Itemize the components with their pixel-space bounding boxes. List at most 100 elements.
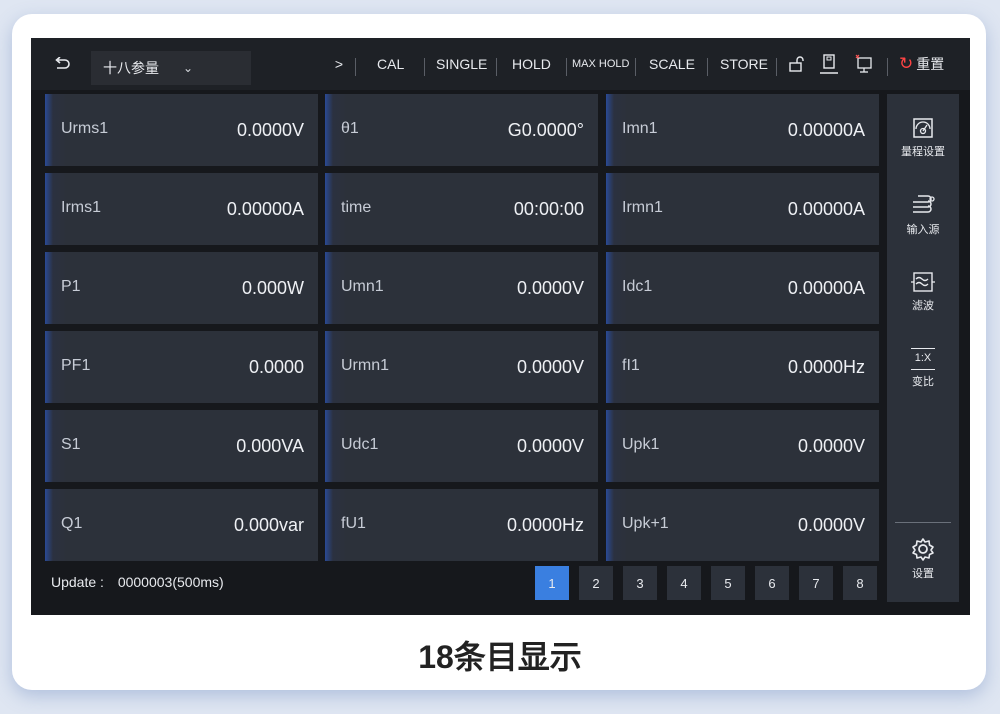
range-meter-icon bbox=[913, 118, 933, 138]
measurement-label: fI1 bbox=[622, 357, 640, 374]
ratio-icon-text: 1:X bbox=[914, 352, 932, 364]
measurement-cell[interactable]: Q1 0.000var bbox=[45, 489, 318, 561]
parameter-mode-dropdown[interactable]: 十八参量 ⌄ bbox=[91, 51, 251, 85]
screenshot-button[interactable] bbox=[851, 38, 877, 90]
measurement-cell[interactable]: fU1 0.0000Hz bbox=[325, 489, 598, 561]
divider bbox=[887, 58, 888, 76]
measurement-value: 0.000W bbox=[241, 278, 304, 298]
scale-label: SCALE bbox=[649, 56, 695, 72]
unlock-button[interactable] bbox=[783, 38, 809, 90]
divider bbox=[355, 58, 356, 76]
settings-button[interactable]: 设置 bbox=[887, 536, 959, 581]
page-button-2[interactable]: 2 bbox=[579, 566, 613, 600]
measurement-label: Irmn1 bbox=[622, 199, 663, 216]
store-label: STORE bbox=[720, 56, 768, 72]
filter-label: 滤波 bbox=[912, 300, 934, 312]
measurement-label: S1 bbox=[61, 436, 81, 453]
measurement-label: Urmn1 bbox=[341, 357, 390, 374]
usb-storage-button[interactable] bbox=[816, 38, 842, 90]
range-settings-button[interactable]: 量程设置 bbox=[887, 116, 959, 159]
measurement-cell[interactable]: PF1 0.0000 bbox=[45, 331, 318, 403]
usb-drive-icon bbox=[820, 54, 838, 74]
measurement-cell[interactable]: Irms1 0.00000A bbox=[45, 173, 318, 245]
chevron-down-icon: ⌄ bbox=[183, 61, 194, 75]
next-arrow-button[interactable]: > bbox=[329, 38, 349, 90]
instrument-screen: 十八参量 ⌄ > CAL SINGLE HOLD MAX HOLD SCALE … bbox=[31, 38, 970, 615]
page-button-3[interactable]: 3 bbox=[623, 566, 657, 600]
page-button-6[interactable]: 6 bbox=[755, 566, 789, 600]
measurement-value: 0.0000Hz bbox=[787, 357, 865, 377]
measurement-label: Q1 bbox=[61, 515, 83, 532]
measurement-value: 0.00000A bbox=[226, 199, 304, 219]
hold-button[interactable]: HOLD bbox=[512, 38, 551, 90]
single-button[interactable]: SINGLE bbox=[436, 38, 487, 90]
measurement-value: G0.0000° bbox=[507, 120, 584, 140]
chevron-right-icon: > bbox=[334, 56, 344, 72]
measurement-label: Idc1 bbox=[622, 278, 653, 295]
cal-button[interactable]: CAL bbox=[377, 38, 404, 90]
cal-label: CAL bbox=[377, 56, 405, 72]
page-button-5[interactable]: 5 bbox=[711, 566, 745, 600]
dropdown-label: 十八参量 bbox=[103, 60, 159, 76]
measurement-value: 0.00000A bbox=[787, 199, 865, 219]
measurement-cell[interactable]: Urms1 0.0000V bbox=[45, 94, 318, 166]
measurement-cell[interactable]: Upk1 0.0000V bbox=[606, 410, 879, 482]
ratio-icon: 1:X bbox=[911, 348, 935, 370]
measurement-value: 0.0000V bbox=[797, 436, 865, 456]
range-settings-label: 量程设置 bbox=[901, 146, 945, 158]
measurement-cell[interactable]: P1 0.000W bbox=[45, 252, 318, 324]
measurement-value: 0.0000Hz bbox=[506, 515, 584, 535]
measurement-cell[interactable]: fI1 0.0000Hz bbox=[606, 331, 879, 403]
settings-label: 设置 bbox=[912, 568, 934, 580]
page-button-7[interactable]: 7 bbox=[799, 566, 833, 600]
measurement-cell[interactable]: Imn1 0.00000A bbox=[606, 94, 879, 166]
page-button-4[interactable]: 4 bbox=[667, 566, 701, 600]
caption: 18条目显示 bbox=[418, 639, 582, 675]
input-source-button[interactable]: 输入源 bbox=[887, 194, 959, 237]
measurement-cell[interactable]: θ1 G0.0000° bbox=[325, 94, 598, 166]
max-hold-button[interactable]: MAX HOLD bbox=[572, 38, 629, 90]
measurement-label: Upk+1 bbox=[622, 515, 669, 532]
measurement-value: 0.0000V bbox=[516, 436, 584, 456]
measurement-value: 00:00:00 bbox=[513, 199, 584, 219]
page-button-1[interactable]: 1 bbox=[535, 566, 569, 600]
screen-capture-icon bbox=[855, 54, 872, 73]
measurement-label: P1 bbox=[61, 278, 81, 295]
measurement-cell[interactable]: Udc1 0.0000V bbox=[325, 410, 598, 482]
hold-label: HOLD bbox=[512, 56, 551, 72]
measurement-value: 0.00000A bbox=[787, 120, 865, 140]
filter-button[interactable]: 滤波 bbox=[887, 270, 959, 313]
ratio-button[interactable]: 1:X 变比 bbox=[887, 348, 959, 389]
measurement-cell[interactable]: Urmn1 0.0000V bbox=[325, 331, 598, 403]
back-button[interactable] bbox=[45, 38, 79, 90]
measurement-cell[interactable]: Umn1 0.0000V bbox=[325, 252, 598, 324]
measurement-value: 0.0000V bbox=[516, 278, 584, 298]
refresh-icon: ↻ bbox=[899, 54, 914, 73]
update-label: Update : bbox=[51, 574, 104, 590]
scale-button[interactable]: SCALE bbox=[649, 38, 695, 90]
divider bbox=[496, 58, 497, 76]
measurement-value: 0.0000V bbox=[797, 515, 865, 535]
store-button[interactable]: STORE bbox=[720, 38, 768, 90]
measurement-value: 0.000var bbox=[233, 515, 304, 535]
measurement-cell[interactable]: Idc1 0.00000A bbox=[606, 252, 879, 324]
measurement-cell[interactable]: S1 0.000VA bbox=[45, 410, 318, 482]
measurement-cell[interactable]: Upk+1 0.0000V bbox=[606, 489, 879, 561]
measurement-label: fU1 bbox=[341, 515, 366, 532]
measurement-value: 0.0000V bbox=[236, 120, 304, 140]
measurement-label: Umn1 bbox=[341, 278, 384, 295]
page-button-8[interactable]: 8 bbox=[843, 566, 877, 600]
update-status: Update : 0000003(500ms) bbox=[51, 574, 224, 590]
reset-label: 重置 bbox=[916, 56, 945, 72]
measurement-label: time bbox=[341, 199, 372, 216]
input-coil-icon bbox=[913, 195, 935, 213]
measurement-value: 0.00000A bbox=[787, 278, 865, 298]
measurement-cell[interactable]: time 00:00:00 bbox=[325, 173, 598, 245]
measurement-cell[interactable]: Irmn1 0.00000A bbox=[606, 173, 879, 245]
divider bbox=[776, 58, 777, 76]
measurement-label: Irms1 bbox=[61, 199, 101, 216]
toolbar: 十八参量 ⌄ > CAL SINGLE HOLD MAX HOLD SCALE … bbox=[31, 38, 970, 90]
measurement-value: 0.0000V bbox=[516, 357, 584, 377]
reset-button[interactable]: ↻ 重置 bbox=[899, 38, 944, 90]
measurement-label: PF1 bbox=[61, 357, 91, 374]
